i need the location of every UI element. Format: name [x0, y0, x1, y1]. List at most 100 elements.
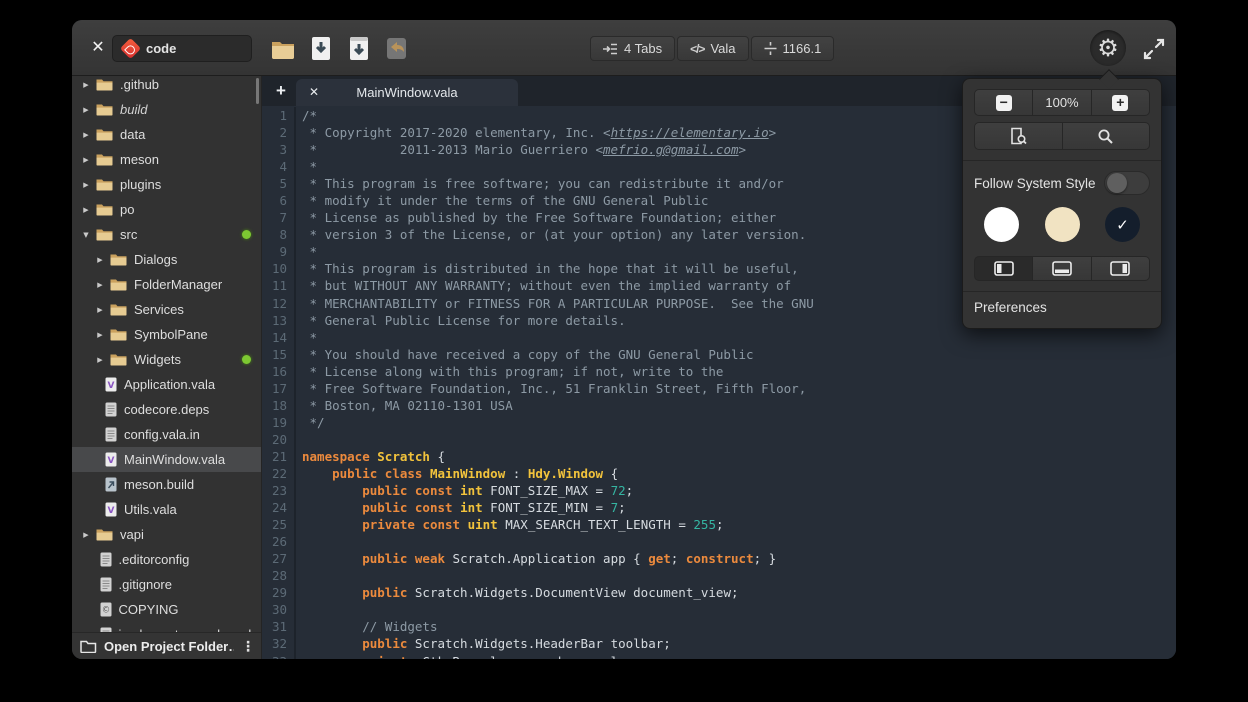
tree-item-services[interactable]: ▶Services	[72, 297, 261, 322]
code-line[interactable]: 23 public const int FONT_SIZE_MAX = 72;	[262, 482, 1176, 499]
code-line[interactable]: 26	[262, 533, 1176, 550]
expander-closed-icon[interactable]: ▶	[94, 281, 106, 289]
follow-system-style-switch[interactable]	[1104, 171, 1150, 195]
tree-item-symbolpane[interactable]: ▶SymbolPane	[72, 322, 261, 347]
tree-item-io-elementary-code-yml[interactable]: io.elementary.code.yml	[72, 622, 261, 632]
code-line[interactable]: 14 *	[262, 329, 1176, 346]
open-project-folder-icon	[80, 639, 97, 653]
tree-item-build[interactable]: ▶ build	[72, 97, 261, 122]
code-text: * You should have received a copy of the…	[296, 346, 754, 363]
code-line[interactable]: 32 public Scratch.Widgets.HeaderBar tool…	[262, 635, 1176, 652]
tree-item-copying[interactable]: ©COPYING	[72, 597, 261, 622]
code-line[interactable]: 27 public weak Scratch.Application app {…	[262, 550, 1176, 567]
tree-item-meson-build[interactable]: meson.build	[72, 472, 261, 497]
style-dark-option[interactable]: ✓	[1105, 207, 1140, 242]
tree-item-utils-vala[interactable]: VUtils.vala	[72, 497, 261, 522]
code-line[interactable]: 15 * You should have received a copy of …	[262, 346, 1176, 363]
expander-closed-icon[interactable]: ▶	[94, 356, 106, 364]
tree-item--gitignore[interactable]: .gitignore	[72, 572, 261, 597]
project-chooser-button[interactable]: code	[112, 35, 252, 62]
tree-item-meson[interactable]: ▶ meson	[72, 147, 261, 172]
open-folder-button[interactable]	[270, 36, 296, 61]
tree-item-vapi[interactable]: ▶vapi	[72, 522, 261, 547]
tree-item-po[interactable]: ▶po	[72, 197, 261, 222]
code-line[interactable]: 19 */	[262, 414, 1176, 431]
tree-item-foldermanager[interactable]: ▶FolderManager	[72, 272, 261, 297]
code-text: *	[296, 158, 317, 175]
expander-closed-icon[interactable]: ▶	[80, 131, 92, 139]
code-line[interactable]: 28	[262, 567, 1176, 584]
code-line[interactable]: 30	[262, 601, 1176, 618]
tree-item-config-vala-in[interactable]: config.vala.in	[72, 422, 261, 447]
expander-closed-icon[interactable]: ▶	[80, 156, 92, 164]
code-line[interactable]: 17 * Free Software Foundation, Inc., 51 …	[262, 380, 1176, 397]
sidebar-footer: Open Project Folder… ⋮	[72, 632, 261, 659]
tree-item-widgets[interactable]: ▶Widgets	[72, 347, 261, 372]
tree-item-plugins[interactable]: ▶plugins	[72, 172, 261, 197]
zoom-level[interactable]: 100%	[1033, 89, 1091, 116]
expander-closed-icon[interactable]: ▶	[80, 106, 92, 114]
tree-item-codecore-deps[interactable]: codecore.deps	[72, 397, 261, 422]
expander-closed-icon[interactable]: ▶	[94, 306, 106, 314]
code-line[interactable]: 31 // Widgets	[262, 618, 1176, 635]
expander-closed-icon[interactable]: ▶	[94, 331, 106, 339]
fullscreen-button[interactable]	[1142, 37, 1166, 61]
code-line[interactable]: 25 private const uint MAX_SEARCH_TEXT_LE…	[262, 516, 1176, 533]
style-light-option[interactable]	[984, 207, 1019, 242]
code-line[interactable]: 20	[262, 431, 1176, 448]
expander-closed-icon[interactable]: ▶	[80, 206, 92, 214]
find-in-project-button[interactable]	[974, 122, 1063, 150]
code-line[interactable]: 18 * Boston, MA 02110-1301 USA	[262, 397, 1176, 414]
sidebar-menu-button[interactable]: ⋮	[241, 638, 253, 655]
code-text: public const int FONT_SIZE_MAX = 72;	[296, 482, 633, 499]
expander-closed-icon[interactable]: ▶	[80, 81, 92, 89]
line-number: 2	[262, 124, 296, 141]
revert-button[interactable]	[384, 36, 410, 61]
line-number: 3	[262, 141, 296, 158]
tree-item-application-vala[interactable]: VApplication.vala	[72, 372, 261, 397]
code-text: public Scratch.Widgets.HeaderBar toolbar…	[296, 635, 671, 652]
follow-system-style-row: Follow System Style	[963, 161, 1161, 195]
line-number: 13	[262, 312, 296, 329]
find-button[interactable]	[1063, 122, 1151, 150]
tree-item-mainwindow-vala[interactable]: VMainWindow.vala	[72, 447, 261, 472]
toggle-terminal-button[interactable]	[1033, 256, 1091, 281]
window-close-button[interactable]: ✕	[84, 34, 112, 62]
save-as-button[interactable]	[347, 36, 373, 61]
expander-open-icon[interactable]: ▼	[80, 231, 92, 239]
code-text: * General Public License for more detail…	[296, 312, 626, 329]
tab-mainwindow-vala[interactable]: ✕ MainWindow.vala	[296, 79, 518, 106]
new-tab-button[interactable]: +	[270, 80, 292, 102]
code-line[interactable]: 29 public Scratch.Widgets.DocumentView d…	[262, 584, 1176, 601]
code-line[interactable]: 33 private Gtk.Revealer search_revealer;	[262, 653, 1176, 660]
tree-item-label: build	[120, 102, 147, 117]
tree-item-dialogs[interactable]: ▶Dialogs	[72, 247, 261, 272]
preferences-menu-item[interactable]: Preferences	[963, 292, 1161, 324]
code-line[interactable]: 22 public class MainWindow : Hdy.Window …	[262, 465, 1176, 482]
expander-closed-icon[interactable]: ▶	[94, 256, 106, 264]
code-line[interactable]: 24 public const int FONT_SIZE_MIN = 7;	[262, 499, 1176, 516]
code-line[interactable]: 16 * License along with this program; if…	[262, 363, 1176, 380]
open-project-folder-button[interactable]: Open Project Folder…	[104, 639, 234, 654]
tree-item--editorconfig[interactable]: .editorconfig	[72, 547, 261, 572]
tree-item-src[interactable]: ▼src	[72, 222, 261, 247]
style-sepia-option[interactable]	[1045, 207, 1080, 242]
expander-closed-icon[interactable]: ▶	[80, 181, 92, 189]
toggle-outline-button[interactable]	[1092, 256, 1150, 281]
save-button[interactable]	[309, 36, 335, 61]
toggle-sidebar-button[interactable]	[974, 256, 1033, 281]
tree-item--github[interactable]: ▶.github	[72, 72, 261, 97]
zoom-out-button[interactable]: −	[974, 89, 1033, 116]
zoom-in-button[interactable]: +	[1092, 89, 1150, 116]
language-button[interactable]: </> Vala	[677, 36, 748, 61]
expander-closed-icon[interactable]: ▶	[80, 531, 92, 539]
language-label: Vala	[710, 41, 735, 56]
tree-item-data[interactable]: ▶data	[72, 122, 261, 147]
goto-line-button[interactable]: 1166.1	[751, 36, 835, 61]
search-icon	[1097, 128, 1114, 145]
code-line[interactable]: 21namespace Scratch {	[262, 448, 1176, 465]
tabs-overview-button[interactable]: 4 Tabs	[590, 36, 675, 61]
tree-item-label: meson	[120, 152, 159, 167]
settings-menu-button[interactable]: ⚙	[1090, 30, 1126, 66]
sidebar-scrollbar[interactable]	[256, 78, 259, 104]
